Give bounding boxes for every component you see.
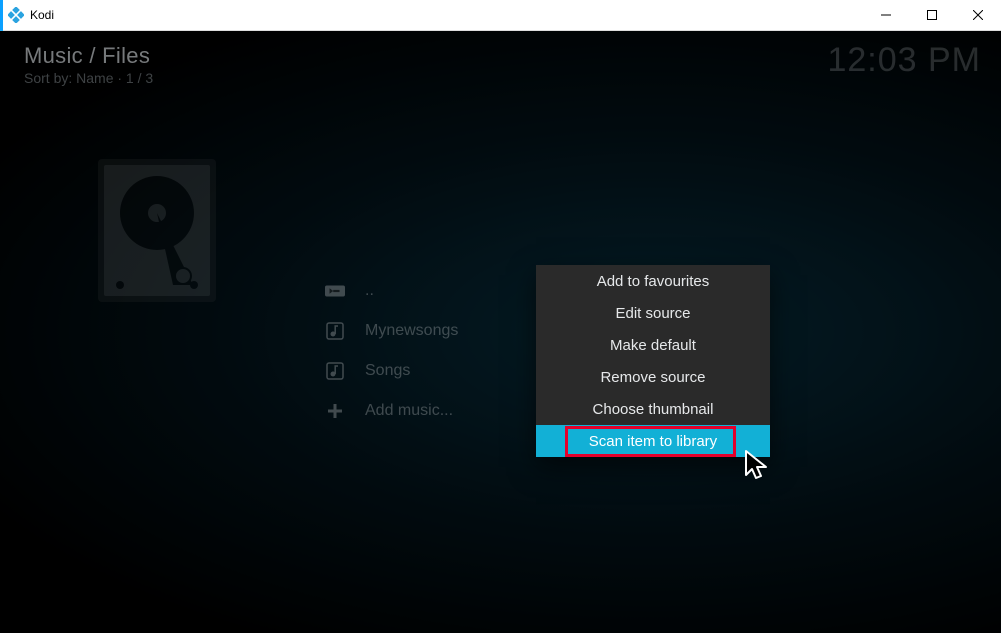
back-arrow-icon — [325, 281, 345, 301]
breadcrumb: Music / Files Sort by: Name · 1 / 3 — [24, 43, 153, 86]
context-menu-item-scan-library[interactable]: Scan item to library — [536, 425, 770, 457]
cursor-icon — [744, 449, 770, 486]
context-menu: Add to favourites Edit source Make defau… — [536, 265, 770, 457]
window-titlebar: Kodi — [0, 0, 1001, 31]
window-maximize-button[interactable] — [909, 0, 955, 31]
file-list-item-label: Songs — [365, 362, 410, 380]
breadcrumb-path: Music / Files — [24, 43, 153, 69]
app-client-area: Music / Files Sort by: Name · 1 / 3 12:0… — [0, 31, 1001, 633]
clock: 12:03 PM — [827, 41, 981, 80]
file-list-add-label: Add music... — [365, 402, 453, 420]
context-menu-item-choose-thumbnail[interactable]: Choose thumbnail — [536, 393, 770, 425]
context-menu-item-make-default[interactable]: Make default — [536, 329, 770, 361]
context-menu-item-label: Edit source — [615, 305, 690, 322]
kodi-logo-icon — [8, 7, 24, 23]
context-menu-item-favourites[interactable]: Add to favourites — [536, 265, 770, 297]
sort-status: Sort by: Name · 1 / 3 — [24, 70, 153, 86]
context-menu-item-remove-source[interactable]: Remove source — [536, 361, 770, 393]
music-source-icon — [325, 361, 345, 381]
context-menu-item-label: Remove source — [600, 369, 705, 386]
file-list-up-label: .. — [365, 282, 374, 300]
plus-icon — [325, 401, 345, 421]
window-minimize-button[interactable] — [863, 0, 909, 31]
window-title: Kodi — [30, 8, 54, 22]
context-menu-item-label: Add to favourites — [597, 273, 710, 290]
file-list-item-label: Mynewsongs — [365, 322, 458, 340]
source-thumbnail — [98, 159, 216, 302]
context-menu-item-label: Choose thumbnail — [593, 401, 714, 418]
context-menu-item-edit-source[interactable]: Edit source — [536, 297, 770, 329]
context-menu-item-label: Scan item to library — [589, 433, 717, 450]
window-close-button[interactable] — [955, 0, 1001, 31]
music-source-icon — [325, 321, 345, 341]
context-menu-item-label: Make default — [610, 337, 696, 354]
